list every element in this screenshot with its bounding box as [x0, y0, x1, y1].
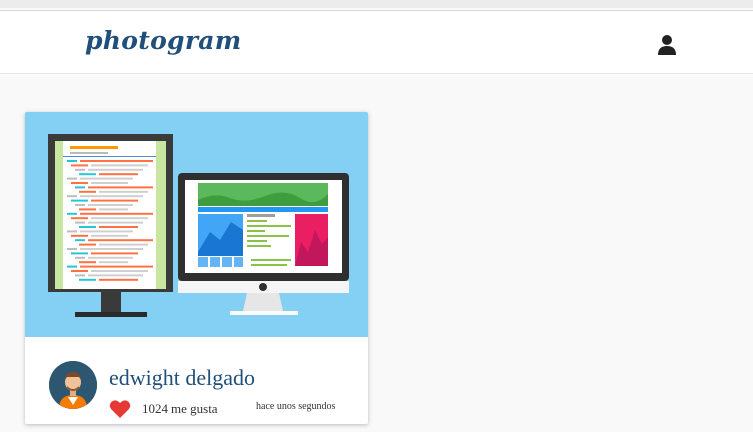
post-author[interactable]: edwight delgado [109, 365, 255, 391]
likes-label: me gusta [171, 401, 218, 416]
likes-number: 1024 [142, 401, 168, 416]
post-footer: edwight delgado 1024 me gusta hace unos s… [25, 337, 368, 424]
avatar[interactable] [49, 361, 97, 409]
heart-icon[interactable] [109, 399, 131, 419]
browser-top-strip [0, 0, 753, 8]
post-image[interactable] [25, 112, 368, 337]
post-card: edwight delgado 1024 me gusta hace unos s… [25, 112, 368, 424]
likes-count: 1024 me gusta [142, 401, 218, 417]
user-icon[interactable] [656, 33, 678, 55]
navbar: photogram [0, 10, 753, 74]
post-timestamp: hace unos segundos [256, 401, 336, 412]
brand-logo[interactable]: photogram [85, 26, 242, 55]
